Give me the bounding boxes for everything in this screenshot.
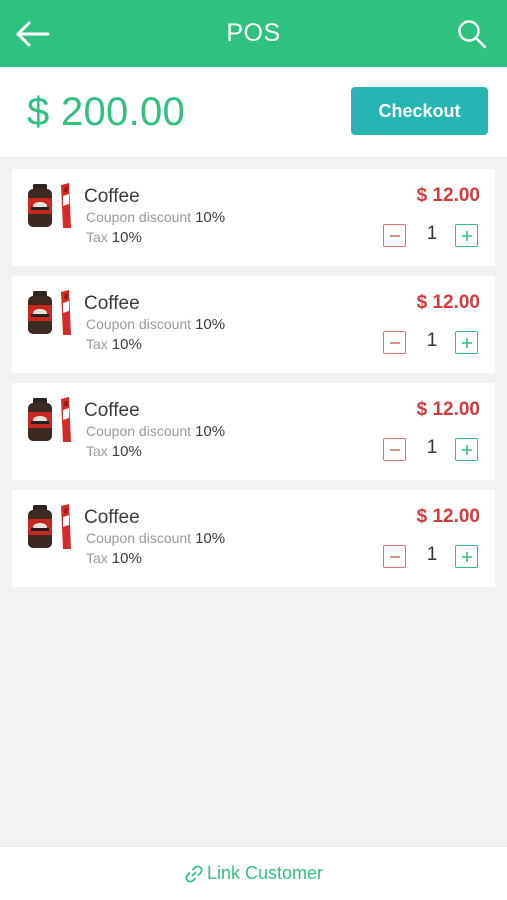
coupon-discount-row: Coupon discount 10%	[86, 423, 225, 440]
item-name: Coffee	[84, 186, 140, 207]
tax-label: Tax	[86, 229, 108, 245]
plus-icon	[461, 551, 472, 562]
item-price: $ 12.00	[416, 185, 480, 206]
coupon-discount-row: Coupon discount 10%	[86, 209, 225, 226]
plus-icon	[461, 337, 472, 348]
increase-quantity-button[interactable]	[455, 224, 478, 247]
tax-label: Tax	[86, 336, 108, 352]
item-quantity: 1	[426, 544, 438, 565]
increase-quantity-button[interactable]	[455, 545, 478, 568]
item-name: Coffee	[84, 507, 140, 528]
coupon-discount-row: Coupon discount 10%	[86, 316, 225, 333]
page-title: POS	[226, 19, 281, 47]
coupon-discount-label: Coupon discount	[86, 316, 192, 332]
coffee-product-image	[28, 183, 71, 228]
coffee-product-image	[28, 290, 71, 335]
cart-item[interactable]: Coffee Coupon discount 10% Tax 10% $ 12.00…	[12, 169, 495, 266]
cart-item[interactable]: Coffee Coupon discount 10% Tax 10% $ 12.00…	[12, 383, 495, 480]
item-name: Coffee	[84, 400, 140, 421]
minus-icon	[389, 234, 400, 237]
arrow-left-icon[interactable]	[14, 20, 50, 48]
tax-label: Tax	[86, 443, 108, 459]
decrease-quantity-button[interactable]	[383, 545, 406, 568]
coupon-discount-label: Coupon discount	[86, 209, 192, 225]
app-bar: POS	[0, 0, 507, 67]
tax-value: 10%	[111, 336, 142, 353]
decrease-quantity-button[interactable]	[383, 224, 406, 247]
coupon-discount-label: Coupon discount	[86, 530, 192, 546]
cart-item-list: Coffee Coupon discount 10% Tax 10% $ 12.00…	[12, 169, 495, 597]
decrease-quantity-button[interactable]	[383, 438, 406, 461]
cart-item[interactable]: Coffee Coupon discount 10% Tax 10% $ 12.00…	[12, 490, 495, 587]
coffee-product-image	[28, 504, 71, 549]
link-icon	[185, 864, 203, 883]
minus-icon	[389, 341, 400, 344]
item-quantity: 1	[426, 437, 438, 458]
tax-row: Tax 10%	[86, 550, 142, 567]
checkout-button[interactable]: Checkout	[351, 87, 488, 135]
coupon-discount-value: 10%	[195, 530, 226, 547]
item-price: $ 12.00	[416, 399, 480, 420]
cart-item[interactable]: Coffee Coupon discount 10% Tax 10% $ 12.00…	[12, 276, 495, 373]
link-customer-button[interactable]: Link Customer	[0, 846, 507, 900]
link-customer-label: Link Customer	[206, 863, 324, 883]
tax-value: 10%	[111, 550, 142, 567]
plus-icon	[461, 444, 472, 455]
coupon-discount-value: 10%	[195, 316, 226, 333]
minus-icon	[389, 448, 400, 451]
coupon-discount-label: Coupon discount	[86, 423, 192, 439]
minus-icon	[389, 555, 400, 558]
tax-value: 10%	[111, 229, 142, 246]
coupon-discount-row: Coupon discount 10%	[86, 530, 225, 547]
decrease-quantity-button[interactable]	[383, 331, 406, 354]
order-summary: $ 200.00 Checkout	[0, 67, 507, 158]
coupon-discount-value: 10%	[195, 423, 226, 440]
increase-quantity-button[interactable]	[455, 438, 478, 461]
tax-value: 10%	[111, 443, 142, 460]
item-price: $ 12.00	[416, 506, 480, 527]
order-total: $ 200.00	[27, 90, 186, 134]
increase-quantity-button[interactable]	[455, 331, 478, 354]
plus-icon	[461, 230, 472, 241]
item-quantity: 1	[426, 223, 438, 244]
coupon-discount-value: 10%	[195, 209, 226, 226]
tax-row: Tax 10%	[86, 336, 142, 353]
item-price: $ 12.00	[416, 292, 480, 313]
tax-label: Tax	[86, 550, 108, 566]
coffee-product-image	[28, 397, 71, 442]
item-quantity: 1	[426, 330, 438, 351]
tax-row: Tax 10%	[86, 443, 142, 460]
tax-row: Tax 10%	[86, 229, 142, 246]
search-icon[interactable]	[457, 19, 487, 49]
item-name: Coffee	[84, 293, 140, 314]
